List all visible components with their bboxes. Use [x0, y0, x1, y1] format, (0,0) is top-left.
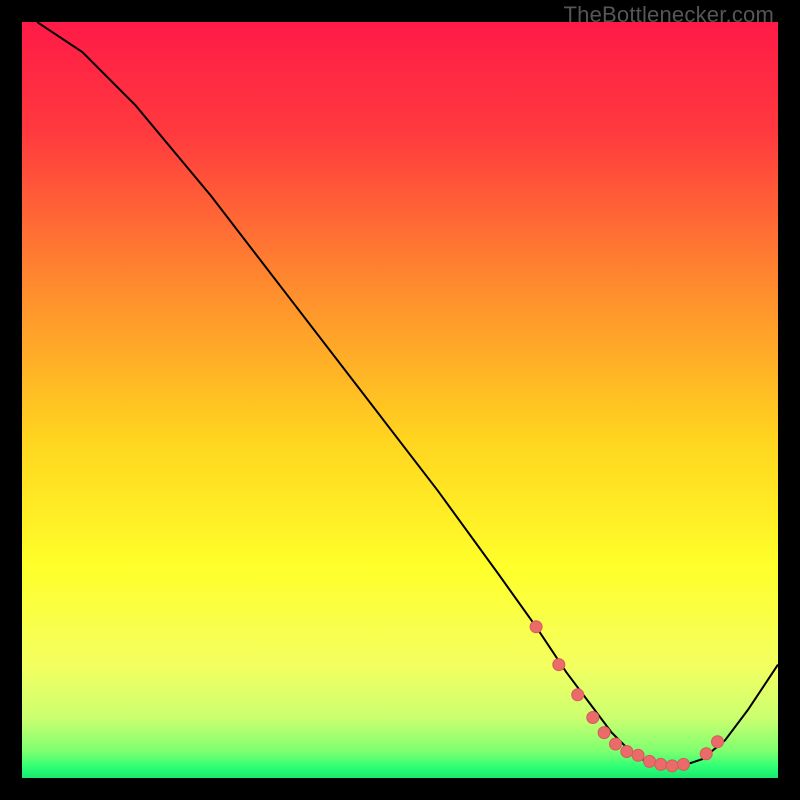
- chart-frame: [22, 22, 778, 778]
- data-point: [632, 749, 644, 761]
- data-point: [553, 659, 565, 671]
- gradient-background: [22, 22, 778, 778]
- data-point: [644, 755, 656, 767]
- data-point: [621, 746, 633, 758]
- data-point: [655, 758, 667, 770]
- data-point: [666, 760, 678, 772]
- data-point: [712, 736, 724, 748]
- data-point: [678, 758, 690, 770]
- data-point: [700, 748, 712, 760]
- bottleneck-chart: [22, 22, 778, 778]
- watermark-text: TheBottlenecker.com: [564, 2, 774, 28]
- data-point: [572, 689, 584, 701]
- data-point: [598, 727, 610, 739]
- data-point: [530, 621, 542, 633]
- data-point: [610, 738, 622, 750]
- data-point: [587, 712, 599, 724]
